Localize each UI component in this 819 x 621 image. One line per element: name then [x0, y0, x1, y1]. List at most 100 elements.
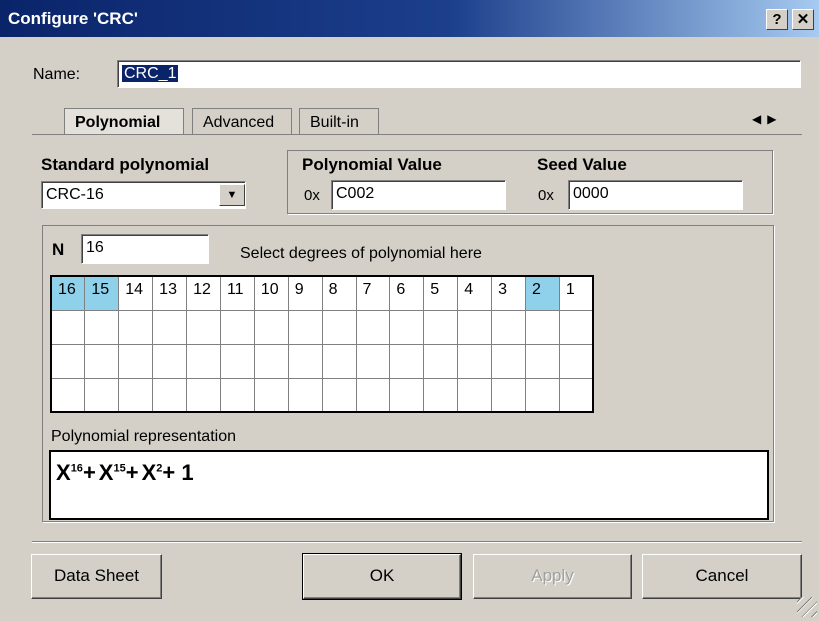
degree-n-input[interactable]: 16 — [81, 234, 209, 264]
degree-grid[interactable]: 16 15 14 13 12 11 10 9 8 7 6 5 4 3 2 1 — [50, 275, 595, 413]
standard-polynomial-select[interactable]: CRC-16 — [41, 181, 246, 209]
poly-term-operator: + — [82, 460, 96, 485]
degree-cell-empty[interactable] — [389, 343, 425, 379]
degree-cell-empty[interactable] — [50, 343, 86, 379]
degree-cell-empty[interactable] — [558, 377, 594, 413]
degree-cell[interactable]: 11 — [219, 275, 255, 311]
degree-row: 16 15 14 13 12 11 10 9 8 7 6 5 4 3 2 1 — [50, 275, 594, 311]
degree-cell-empty[interactable] — [558, 309, 594, 345]
degree-cell-empty[interactable] — [355, 309, 391, 345]
degree-cell-empty[interactable] — [423, 309, 459, 345]
degree-cell-empty[interactable] — [287, 377, 323, 413]
polynomial-value-label: Polynomial Value — [302, 155, 442, 174]
degree-cell-empty[interactable] — [152, 343, 188, 379]
degree-cell-empty[interactable] — [152, 309, 188, 345]
poly-term-exponent: 15 — [113, 462, 126, 475]
degree-cell-empty[interactable] — [355, 343, 391, 379]
degree-cell-empty[interactable] — [219, 377, 255, 413]
degree-cell-empty[interactable] — [118, 309, 154, 345]
degree-cell-empty[interactable] — [491, 377, 526, 413]
degree-cell[interactable]: 3 — [491, 275, 526, 311]
degree-cell-empty[interactable] — [321, 343, 357, 379]
degree-cell[interactable]: 4 — [457, 275, 493, 311]
degree-cell[interactable]: 12 — [186, 275, 221, 311]
tab-polynomial[interactable]: Polynomial — [64, 108, 184, 135]
polynomial-value-input[interactable]: C002 — [331, 180, 506, 210]
degree-cell-empty[interactable] — [457, 377, 493, 413]
degree-cell-empty[interactable] — [321, 377, 357, 413]
degree-cell-empty[interactable] — [253, 377, 289, 413]
polynomial-representation-label: Polynomial representation — [51, 428, 236, 445]
degree-cell[interactable]: 16 — [50, 275, 86, 311]
degree-cell-empty[interactable] — [84, 343, 120, 379]
degree-cell-empty[interactable] — [423, 377, 459, 413]
degree-n-label: N — [52, 240, 65, 259]
degree-cell[interactable]: 14 — [118, 275, 154, 311]
degree-cell-empty[interactable] — [524, 343, 560, 379]
tab-built-in-label: Built-in — [310, 114, 359, 131]
degree-cell-empty[interactable] — [524, 309, 560, 345]
degree-cell[interactable]: 10 — [253, 275, 289, 311]
tab-advanced[interactable]: Advanced — [192, 108, 292, 135]
degree-cell-empty[interactable] — [491, 309, 526, 345]
ok-button[interactable]: OK — [302, 553, 462, 600]
tab-built-in[interactable]: Built-in — [299, 108, 379, 135]
degree-cell-empty[interactable] — [118, 343, 154, 379]
degree-cell-empty[interactable] — [84, 309, 120, 345]
degree-cell[interactable]: 6 — [389, 275, 425, 311]
help-button[interactable]: ? — [766, 9, 788, 30]
degree-cell-empty[interactable] — [457, 309, 493, 345]
degree-cell-empty[interactable] — [355, 377, 391, 413]
degree-cell-empty[interactable] — [491, 343, 526, 379]
title-bar[interactable]: Configure 'CRC' ? ✕ — [0, 0, 819, 37]
poly-term-base: X — [98, 460, 114, 485]
name-input[interactable]: CRC_1 — [117, 60, 801, 88]
degree-cell-empty[interactable] — [321, 309, 357, 345]
degree-cell-empty[interactable] — [389, 309, 425, 345]
degree-cell-empty[interactable] — [253, 343, 289, 379]
degree-cell-empty[interactable] — [423, 343, 459, 379]
degree-cell[interactable]: 2 — [524, 275, 560, 311]
degree-cell-empty[interactable] — [558, 343, 594, 379]
standard-polynomial-label: Standard polynomial — [41, 155, 210, 174]
degree-cell-empty[interactable] — [457, 343, 493, 379]
tab-scroll-right-icon[interactable]: ▶ — [767, 112, 782, 126]
degree-row-empty — [50, 343, 594, 379]
degree-cell-empty[interactable] — [389, 377, 425, 413]
degree-cell[interactable]: 5 — [423, 275, 459, 311]
degree-cell[interactable]: 8 — [321, 275, 357, 311]
close-button[interactable]: ✕ — [792, 9, 814, 30]
chevron-down-icon[interactable]: ▼ — [219, 184, 245, 206]
seed-value-input[interactable]: 0000 — [568, 180, 743, 210]
degree-cell-empty[interactable] — [50, 377, 86, 413]
name-label: Name: — [33, 66, 81, 83]
degree-cell-empty[interactable] — [186, 377, 221, 413]
degree-cell-empty[interactable] — [84, 377, 120, 413]
degree-cell-empty[interactable] — [50, 309, 86, 345]
degree-cell-empty[interactable] — [152, 377, 188, 413]
tab-scroll-left-icon[interactable]: ◀ — [752, 112, 767, 126]
degree-cell[interactable]: 1 — [558, 275, 594, 311]
data-sheet-button[interactable]: Data Sheet — [31, 554, 162, 599]
degree-cell-empty[interactable] — [186, 343, 221, 379]
apply-button[interactable]: Apply — [473, 554, 632, 599]
degree-cell[interactable]: 7 — [355, 275, 391, 311]
degree-cell-empty[interactable] — [287, 343, 323, 379]
cancel-button[interactable]: Cancel — [642, 554, 802, 599]
degree-cell-empty[interactable] — [524, 377, 560, 413]
degree-cell[interactable]: 9 — [287, 275, 323, 311]
polynomial-value-prefix: 0x — [304, 187, 320, 204]
degree-cell-empty[interactable] — [219, 309, 255, 345]
degree-cell-empty[interactable] — [253, 309, 289, 345]
degree-cell-empty[interactable] — [186, 309, 221, 345]
degree-cell[interactable]: 13 — [152, 275, 188, 311]
degree-n-value: 16 — [86, 239, 104, 256]
degree-cell[interactable]: 15 — [84, 275, 120, 311]
poly-term-exponent: 16 — [70, 462, 83, 475]
tab-strip-line — [32, 134, 802, 135]
degree-cell-empty[interactable] — [287, 309, 323, 345]
tab-scroll[interactable]: ◀▶ — [752, 112, 782, 126]
degree-cell-empty[interactable] — [219, 343, 255, 379]
degree-cell-empty[interactable] — [118, 377, 154, 413]
resize-grip-icon[interactable] — [797, 597, 817, 617]
